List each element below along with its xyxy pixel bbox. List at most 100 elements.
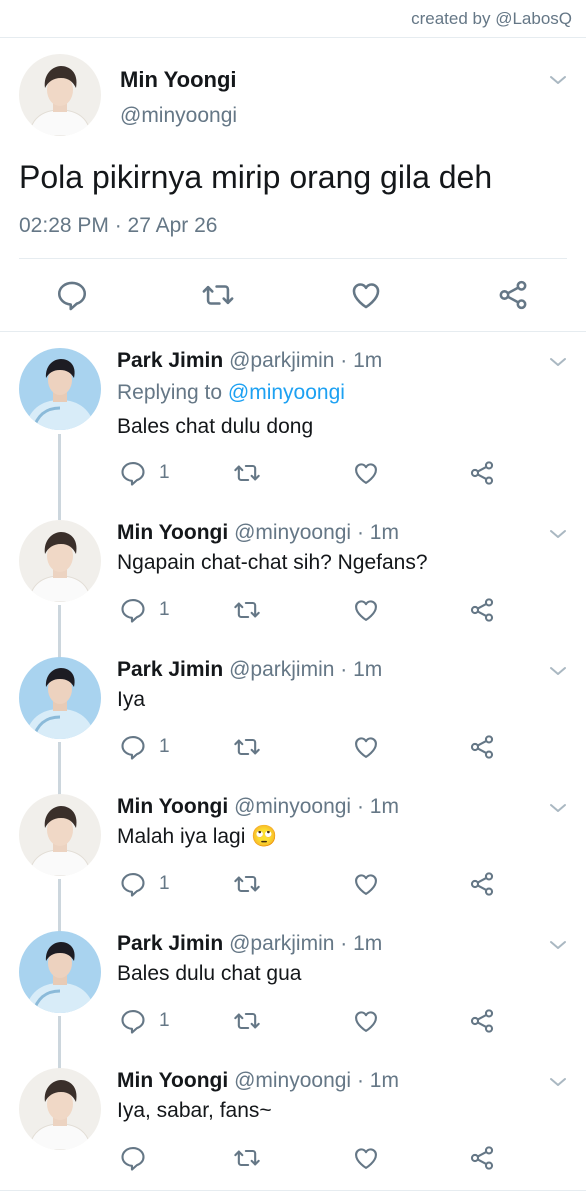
- avatar[interactable]: [19, 54, 101, 136]
- author-name[interactable]: Min Yoongi: [120, 67, 237, 93]
- chevron-down-icon[interactable]: [546, 933, 570, 957]
- avatar[interactable]: [19, 931, 101, 1013]
- tweet-timestamp[interactable]: 02:28 PM · 27 Apr 26: [19, 214, 217, 238]
- tweet-text: Iya: [117, 688, 146, 711]
- chevron-down-icon[interactable]: [546, 350, 570, 374]
- tweet-time[interactable]: 1m: [370, 795, 399, 818]
- author-name[interactable]: Min Yoongi: [117, 521, 228, 544]
- tweet-text: Pola pikirnya mirip orang gila deh: [19, 159, 493, 195]
- reply-count: 1: [159, 599, 170, 620]
- retweet-icon[interactable]: [233, 596, 261, 624]
- tweet-text: Iya, sabar, fans~: [117, 1099, 272, 1122]
- reply-icon[interactable]: [119, 1144, 147, 1172]
- author-handle[interactable]: @minyoongi: [234, 795, 351, 818]
- tweet-text: Bales dulu chat gua: [117, 962, 302, 985]
- main-tweet[interactable]: Min Yoongi @minyoongi Pola pikirnya miri…: [0, 38, 586, 332]
- share-icon[interactable]: [468, 1144, 496, 1172]
- share-icon[interactable]: [496, 278, 530, 312]
- retweet-icon[interactable]: [201, 278, 235, 312]
- heart-icon[interactable]: [352, 596, 380, 624]
- chevron-down-icon[interactable]: [546, 68, 570, 92]
- reply-tweet[interactable]: Park Jimin @parkjimin · 1m Replying to @…: [0, 336, 586, 473]
- divider: [0, 331, 586, 332]
- tweet-actions: [0, 1144, 586, 1172]
- author-handle[interactable]: @minyoongi: [120, 104, 237, 128]
- avatar[interactable]: [19, 348, 101, 430]
- tweet-actions: 1: [0, 733, 586, 761]
- chevron-down-icon[interactable]: [546, 522, 570, 546]
- tweet-time[interactable]: 1m: [353, 932, 382, 955]
- reply-button[interactable]: 1: [119, 1007, 170, 1035]
- retweet-icon[interactable]: [233, 1144, 261, 1172]
- avatar[interactable]: [19, 1068, 101, 1150]
- eye-roll-emoji: 🙄: [251, 825, 278, 848]
- reply-icon: [119, 733, 147, 761]
- avatar[interactable]: [19, 657, 101, 739]
- reply-tweet[interactable]: Min Yoongi @minyoongi · 1m Malah iya lag…: [0, 782, 586, 919]
- reply-icon[interactable]: [55, 278, 89, 312]
- reply-tweet[interactable]: Park Jimin @parkjimin · 1m Iya 1: [0, 645, 586, 782]
- tweet-actions: 1: [0, 459, 586, 487]
- heart-icon[interactable]: [352, 1007, 380, 1035]
- author-name[interactable]: Park Jimin: [117, 658, 223, 681]
- tweet-actions: [0, 278, 586, 312]
- author-handle[interactable]: @minyoongi: [234, 521, 351, 544]
- tweet-time[interactable]: 1m: [370, 1069, 399, 1092]
- retweet-icon[interactable]: [233, 459, 261, 487]
- retweet-icon[interactable]: [233, 1007, 261, 1035]
- reply-button[interactable]: 1: [119, 596, 170, 624]
- author-handle[interactable]: @parkjimin: [229, 932, 334, 955]
- author-name[interactable]: Park Jimin: [117, 932, 223, 955]
- retweet-icon[interactable]: [233, 870, 261, 898]
- reply-count: 1: [159, 1010, 170, 1031]
- heart-icon[interactable]: [352, 733, 380, 761]
- heart-icon[interactable]: [352, 459, 380, 487]
- heart-icon[interactable]: [349, 278, 383, 312]
- reply-tweet[interactable]: Min Yoongi @minyoongi · 1m Ngapain chat-…: [0, 508, 586, 645]
- heart-icon[interactable]: [352, 1144, 380, 1172]
- tweet-text: Bales chat dulu dong: [117, 415, 314, 438]
- heart-icon[interactable]: [352, 870, 380, 898]
- tweet-header: Min Yoongi @minyoongi · 1m: [117, 521, 399, 545]
- tweet-text: Malah iya lagi 🙄: [117, 825, 277, 849]
- separator: ·: [340, 932, 348, 955]
- share-icon[interactable]: [468, 596, 496, 624]
- chevron-down-icon[interactable]: [546, 1070, 570, 1094]
- separator: ·: [356, 795, 364, 818]
- tweet-header: Park Jimin @parkjimin · 1m: [117, 658, 382, 682]
- author-name[interactable]: Min Yoongi: [117, 795, 228, 818]
- author-name[interactable]: Min Yoongi: [117, 1069, 228, 1092]
- author-handle[interactable]: @parkjimin: [229, 349, 334, 372]
- tweet-header: Park Jimin @parkjimin · 1m: [117, 932, 382, 956]
- author-handle[interactable]: @minyoongi: [234, 1069, 351, 1092]
- reply-tweet[interactable]: Min Yoongi @minyoongi · 1m Iya, sabar, f…: [0, 1056, 586, 1193]
- tweet-time[interactable]: 1m: [370, 521, 399, 544]
- tweet-header: Min Yoongi @minyoongi · 1m: [117, 1069, 399, 1093]
- avatar[interactable]: [19, 794, 101, 876]
- avatar[interactable]: [19, 520, 101, 602]
- separator: ·: [356, 521, 364, 544]
- share-icon[interactable]: [468, 733, 496, 761]
- retweet-icon[interactable]: [233, 733, 261, 761]
- chevron-down-icon[interactable]: [546, 659, 570, 683]
- reply-button[interactable]: 1: [119, 733, 170, 761]
- tweet-text: Ngapain chat-chat sih? Ngefans?: [117, 551, 428, 574]
- tweet-time[interactable]: 1m: [353, 349, 382, 372]
- tweet-time[interactable]: 1m: [353, 658, 382, 681]
- reply-count: 1: [159, 873, 170, 894]
- share-icon[interactable]: [468, 870, 496, 898]
- chevron-down-icon[interactable]: [546, 796, 570, 820]
- divider: [19, 258, 567, 259]
- reply-tweet[interactable]: Park Jimin @parkjimin · 1m Bales dulu ch…: [0, 919, 586, 1056]
- share-icon[interactable]: [468, 1007, 496, 1035]
- author-handle[interactable]: @parkjimin: [229, 658, 334, 681]
- reply-icon: [119, 870, 147, 898]
- reply-count: 1: [159, 462, 170, 483]
- reply-button[interactable]: 1: [119, 459, 170, 487]
- reply-button[interactable]: 1: [119, 870, 170, 898]
- mention-link[interactable]: @minyoongi: [228, 381, 345, 404]
- tweet-header: Park Jimin @parkjimin · 1m: [117, 349, 382, 373]
- separator: ·: [340, 349, 348, 372]
- author-name[interactable]: Park Jimin: [117, 349, 223, 372]
- share-icon[interactable]: [468, 459, 496, 487]
